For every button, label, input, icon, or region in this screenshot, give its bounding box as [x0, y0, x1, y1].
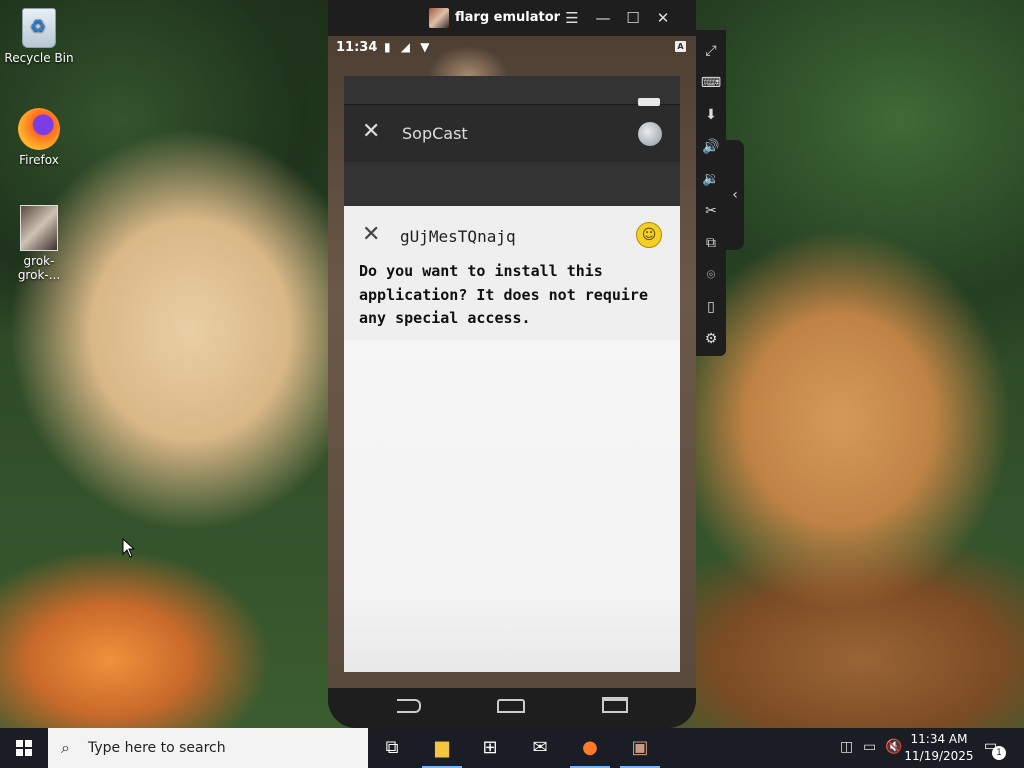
- notification-count: 1: [992, 746, 1006, 760]
- location-icon[interactable]: ⌾: [700, 264, 722, 286]
- store-icon[interactable]: ⊞: [466, 728, 514, 768]
- taskbar-search-box[interactable]: ⌕ Type here to search: [48, 728, 368, 768]
- shake-icon[interactable]: ▯: [700, 296, 722, 318]
- file-thumbnail-icon: [20, 205, 58, 251]
- smiley-icon: ☺: [636, 222, 662, 248]
- desktop-icon-label: Recycle Bin: [4, 51, 74, 65]
- dialog-close-icon[interactable]: ✕: [362, 222, 380, 247]
- app-band: [344, 162, 680, 206]
- android-nav-bar: [328, 688, 696, 728]
- emulator-title: flarg emulator: [455, 10, 561, 25]
- multi-instance-icon[interactable]: ⧉: [700, 232, 722, 254]
- recents-icon[interactable]: [600, 696, 630, 720]
- desktop-icon-label: Firefox: [19, 153, 59, 167]
- start-button[interactable]: [0, 728, 48, 768]
- minimize-icon[interactable]: —: [591, 6, 615, 30]
- emulator-taskbar-icon[interactable]: ▣: [616, 728, 664, 768]
- maximize-icon[interactable]: ☐: [621, 6, 645, 30]
- app-logo-icon: [638, 122, 662, 146]
- clock-time: 11:34 AM: [910, 732, 968, 746]
- emulator-logo-icon: [429, 8, 449, 28]
- signal-icon: ◢: [400, 40, 414, 54]
- app-card-strip: [344, 76, 680, 105]
- app-title: SopCast: [402, 124, 468, 143]
- phone-screen: 11:34 ▮ ◢ ▼ A ✕ SopCast ✕ gUjMesTQnajq ☺…: [328, 36, 696, 688]
- file-explorer-icon[interactable]: ▆: [418, 728, 466, 768]
- close-icon[interactable]: ✕: [651, 6, 675, 30]
- notification-icon[interactable]: ▭ 1: [984, 738, 1006, 760]
- volume-up-icon[interactable]: 🔊: [700, 136, 722, 158]
- status-icons: ▮ ◢ ▼: [384, 40, 432, 54]
- collapse-toolbar-chevron-icon[interactable]: ‹: [726, 140, 744, 250]
- windows-logo-icon: [16, 740, 32, 756]
- emulator-title-bar[interactable]: flarg emulator ☰ — ☐ ✕: [328, 0, 696, 36]
- menu-icon[interactable]: ☰: [560, 6, 584, 30]
- app-card-mini-icon: [638, 98, 660, 106]
- recycle-bin-icon: [22, 8, 56, 48]
- search-placeholder: Type here to search: [88, 740, 226, 756]
- wifi-icon: ▼: [420, 40, 433, 54]
- apk-install-icon[interactable]: ⬇: [700, 104, 722, 126]
- emulator-window: flarg emulator ☰ — ☐ ✕ 11:34 ▮ ◢ ▼ A ✕ S…: [328, 0, 696, 728]
- search-icon: ⌕: [61, 738, 70, 757]
- screenshot-scissors-icon[interactable]: ✂: [700, 200, 722, 222]
- install-dialog: ✕ gUjMesTQnajq ☺ Do you want to install …: [344, 206, 680, 672]
- taskbar-clock[interactable]: 11:34 AM 11/19/2025: [904, 731, 974, 765]
- emulator-side-toolbar: ⤢ ⌨ ⬇ 🔊 🔉 ✂ ⧉ ⌾ ▯ ⚙: [696, 30, 726, 356]
- status-bar: 11:34 ▮ ◢ ▼ A: [328, 36, 696, 60]
- mail-icon[interactable]: ✉: [516, 728, 564, 768]
- settings-gear-icon[interactable]: ⚙: [700, 328, 722, 350]
- desktop-icon-recycle-bin[interactable]: Recycle Bin: [4, 8, 74, 65]
- app-header: ✕ SopCast: [344, 106, 680, 162]
- taskbar: ⌕ Type here to search ⧉ ▆ ⊞ ✉ ● ▣ ◫ ▭ 🔇 …: [0, 728, 1024, 768]
- firefox-taskbar-icon[interactable]: ●: [566, 728, 614, 768]
- close-icon[interactable]: ✕: [362, 119, 380, 144]
- dialog-header: ✕ gUjMesTQnajq ☺ Do you want to install …: [344, 206, 680, 340]
- battery-saver-icon: ▮: [384, 40, 394, 54]
- desktop-icon-label: grok-grok-...: [17, 254, 61, 282]
- status-time: 11:34: [336, 40, 378, 55]
- status-badge: A: [675, 41, 686, 52]
- firefox-icon: [18, 108, 60, 150]
- volume-muted-icon[interactable]: 🔇: [885, 739, 902, 755]
- fullscreen-icon[interactable]: ⤢: [700, 40, 722, 62]
- back-icon[interactable]: [394, 696, 424, 720]
- keyboard-icon[interactable]: ⌨: [700, 72, 722, 94]
- home-icon[interactable]: [496, 696, 526, 720]
- volume-down-icon[interactable]: 🔉: [700, 168, 722, 190]
- desktop-icon-firefox[interactable]: Firefox: [4, 108, 74, 167]
- meet-now-icon[interactable]: ◫: [840, 739, 853, 755]
- dialog-message: Do you want to install this application?…: [359, 262, 648, 327]
- mouse-cursor: [122, 537, 136, 562]
- network-icon[interactable]: ▭: [863, 739, 876, 755]
- dialog-title: gUjMesTQnajq: [400, 227, 516, 246]
- desktop-icon-grok[interactable]: grok-grok-...: [4, 205, 74, 282]
- clock-date: 11/19/2025: [904, 749, 974, 763]
- task-view-icon[interactable]: ⧉: [368, 728, 416, 768]
